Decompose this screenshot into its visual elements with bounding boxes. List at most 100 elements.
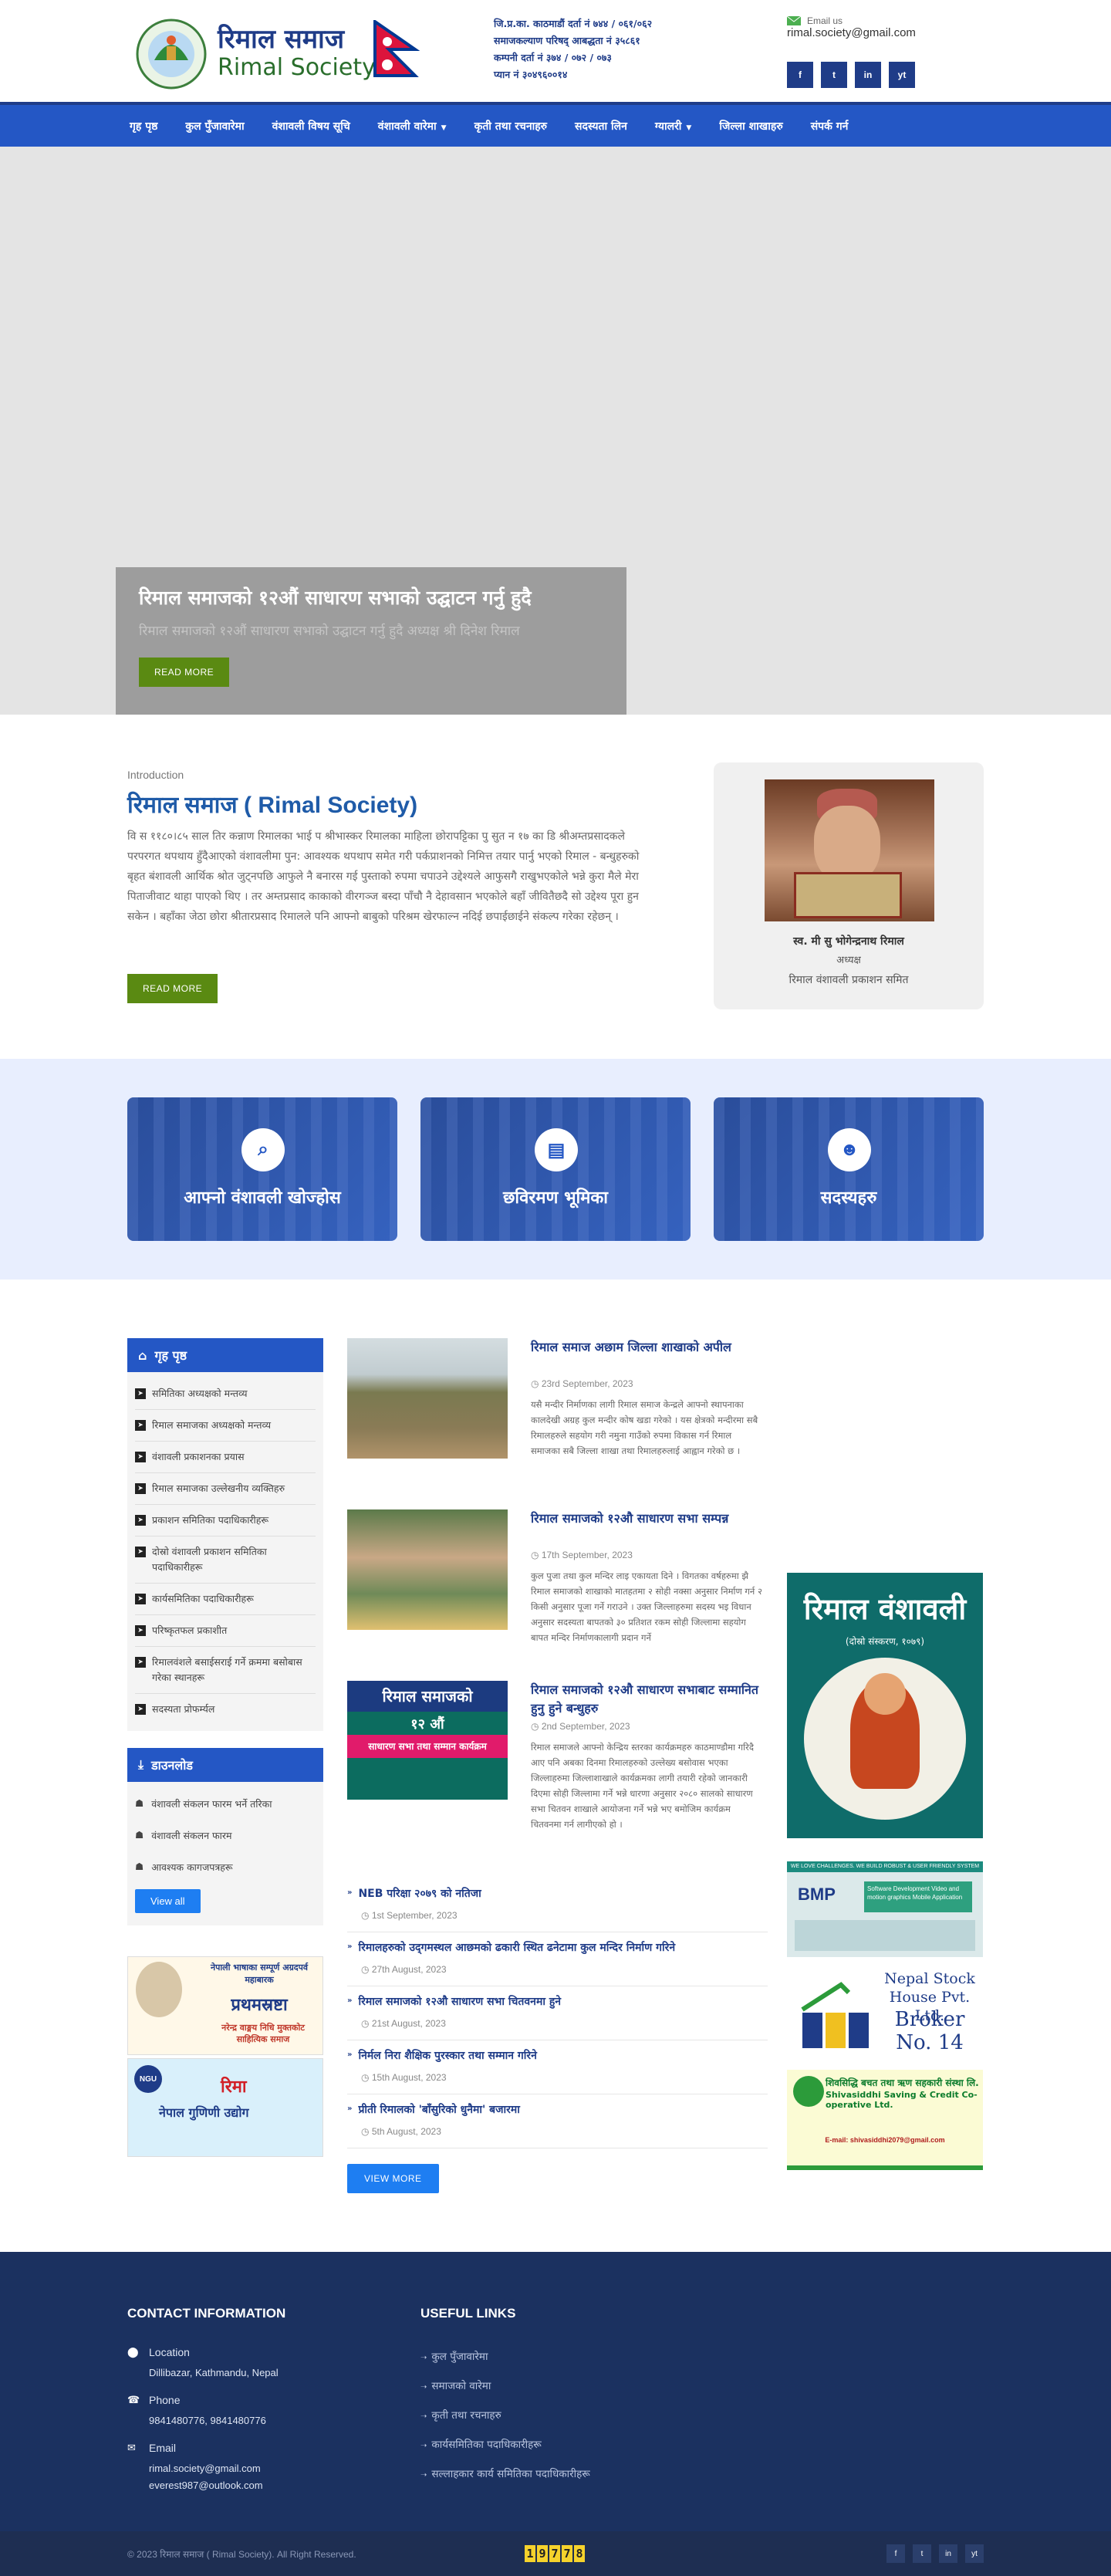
- youtube-icon[interactable]: yt: [889, 62, 915, 88]
- post-link[interactable]: » प्रीती रिमालको 'बाँसुरिको धुनैमा' बजारम…: [347, 2102, 768, 2117]
- ad-book-rimal-vamshavali[interactable]: रिमाल वंशावली (दोस्रो संस्करण, १०७९): [787, 1573, 983, 1838]
- hero-title: रिमाल समाजको १२औं साधारण सभाको उद्घाटन ग…: [139, 587, 532, 609]
- contact-email: ✉ Email rimal.society@gmail.com everest98…: [127, 2442, 263, 2491]
- arrow-right-icon: ➝: [420, 2383, 427, 2392]
- nav-item-home[interactable]: गृह पृष्ठ: [130, 119, 157, 134]
- footer-email-link[interactable]: rimal.society@gmail.com: [149, 2463, 261, 2474]
- post-excerpt: रिमाल समाजले आफ्नो केन्द्रिय स्तरका कार्…: [531, 1742, 754, 1830]
- post-title[interactable]: रिमाल समाज अछाम जिल्ला शाखाको अपील: [531, 1338, 762, 1357]
- sidebar-link[interactable]: ➤ रिमालवंशले बसाईसराई गर्ने क्रममा बसोबास…: [135, 1647, 316, 1694]
- footer-link[interactable]: ➝ कार्यसमितिका पदाधिकारीहरू: [420, 2437, 542, 2451]
- post-card: रिमाल समाजको १२ औं साधारण सभा तथा सम्मान…: [347, 1681, 768, 1874]
- twitter-icon[interactable]: t: [821, 62, 847, 88]
- logo-text-nepali: रिमाल समाज: [218, 24, 345, 55]
- ad-banner-gunini[interactable]: NGU रिमा नेपाल गुणिणी उद्योग: [127, 2058, 323, 2157]
- download-link[interactable]: ☗ वंशावली संकलन फारम: [135, 1820, 316, 1851]
- post-link[interactable]: » रिमालहरुको उद्‌गमस्थल आछमको ढकारी स्थित…: [347, 1940, 768, 1955]
- feature-label: सदस्यहरु: [820, 1188, 877, 1208]
- sidebar-link[interactable]: ➤ दोस्रो वंशावली प्रकाशन समितिका पदाधिकार…: [135, 1536, 316, 1584]
- ad-shivasiddhi-coop[interactable]: शिवसिद्धि बचत तथा ऋण सहकारी संस्था लि. S…: [787, 2070, 983, 2170]
- ad-banner-prathamsrashta[interactable]: नेपाली भाषाका सम्पूर्ण अग्रदपर्व महाबारक…: [127, 1956, 323, 2055]
- list-item: » रिमाल समाजको १२औ साधारण सभा चितवनमा हुन…: [347, 1986, 768, 2040]
- sidebar-link[interactable]: ➤ प्रकाशन समितिका पदाधिकारीहरू: [135, 1505, 316, 1536]
- youtube-icon[interactable]: yt: [965, 2544, 984, 2563]
- site-logo[interactable]: रिमाल समाज Rimal Society: [131, 14, 424, 91]
- nav-item-kul-puja[interactable]: कुल पुँजावारेमा: [185, 119, 244, 134]
- nav-item-vamshavali-about[interactable]: वंशावली वारेमा ▼: [378, 119, 447, 134]
- nav-item-works[interactable]: कृती तथा रचनाहरु: [474, 119, 547, 134]
- download-link[interactable]: ☗ वंशावली संकलन फारम भर्ने तरिका: [135, 1788, 316, 1820]
- sidebar-link[interactable]: ➤ कार्यसमितिका पदाधिकारीहरू: [135, 1584, 316, 1615]
- twitter-icon[interactable]: t: [913, 2544, 931, 2563]
- sidebar-link[interactable]: ➤ रिमाल समाजका अध्यक्षको मन्तव्य: [135, 1410, 316, 1442]
- footer-link[interactable]: ➝ समाजको वारेमा: [420, 2378, 491, 2392]
- feature-card-book[interactable]: ▤ छविरमण भूमिका: [420, 1097, 691, 1241]
- footer-email-link[interactable]: everest987@outlook.com: [149, 2480, 263, 2491]
- post-thumbnail[interactable]: [347, 1338, 508, 1459]
- intro-section: Introduction रिमाल समाज ( Rimal Society)…: [0, 715, 1111, 1059]
- double-arrow-icon: »: [347, 2050, 353, 2059]
- linkedin-icon[interactable]: in: [855, 62, 881, 88]
- post-link[interactable]: » निर्मल निरा शैक्षिक पुरस्कार तथा सम्मान…: [347, 2048, 768, 2063]
- content-section: ⌂ गृह पृष्ठ ➤ समितिका अध्यक्षको मन्तव्य ➤…: [0, 1280, 1111, 2252]
- footer-link[interactable]: ➝ कुल पुँजावारेमा: [420, 2349, 488, 2363]
- post-thumbnail[interactable]: रिमाल समाजको १२ औं साधारण सभा तथा सम्मान…: [347, 1681, 508, 1800]
- registration-info: जि.प्र.का. काठमाडौं दर्ता नं ७४४ / ०६१/०…: [494, 15, 652, 83]
- post-title[interactable]: रिमाल समाजको १२औ साधारण सभाबाट सम्मानित …: [531, 1681, 762, 1718]
- facebook-icon[interactable]: f: [787, 62, 813, 88]
- intro-title: रिमाल समाज ( Rimal Society): [127, 793, 418, 818]
- hero-read-more-button[interactable]: READ MORE: [139, 658, 230, 687]
- post-title[interactable]: रिमाल समाजको १२औ साधारण सभा सम्पन्न: [531, 1509, 762, 1528]
- sidebar-link[interactable]: ➤ रिमाल समाजका उल्लेखनीय व्यक्तिहरु: [135, 1473, 316, 1505]
- post-thumbnail[interactable]: [347, 1509, 508, 1630]
- home-icon: ⌂: [138, 1347, 147, 1363]
- nav-item-vamshavali-index[interactable]: वंशावली विषय सूचि: [272, 119, 350, 134]
- feature-label: छविरमण भूमिका: [503, 1188, 608, 1208]
- post-link[interactable]: » रिमाल समाजको १२औ साधारण सभा चितवनमा हुन…: [347, 1994, 768, 2009]
- post-link[interactable]: » NEB परिक्षा २०७९ को नतिजा: [347, 1886, 768, 1901]
- envelope-icon: ✉: [127, 2442, 136, 2453]
- coop-logo-icon: [793, 2076, 824, 2107]
- post-card: रिमाल समाजको १२औ साधारण सभा सम्पन्न ◷ 17…: [347, 1509, 768, 1681]
- arrow-right-icon: ➤: [135, 1625, 146, 1636]
- contact-phone: ☎ Phone 9841480776, 9841480776: [127, 2394, 266, 2426]
- post-date: ◷ 17th September, 2023: [531, 1550, 633, 1560]
- arrow-right-icon: ➤: [135, 1657, 146, 1668]
- sidebar-link[interactable]: ➤ सदस्यता प्रोफर्म्यल: [135, 1694, 316, 1725]
- features-section: ⌕ आफ्नो वंशावली खोज्होस ▤ छविरमण भूमिका …: [0, 1059, 1111, 1280]
- file-icon: ☗: [135, 1861, 144, 1872]
- sidebar-link[interactable]: ➤ परिष्कृतफल प्रकाशीत: [135, 1615, 316, 1647]
- header-email: Email us rimal.society@gmail.com: [787, 15, 916, 39]
- left-sidebar: ⌂ गृह पृष्ठ ➤ समितिका अध्यक्षको मन्तव्य ➤…: [127, 1338, 323, 2157]
- nav-item-gallery[interactable]: ग्यालरी ▼: [655, 119, 691, 134]
- view-more-button[interactable]: VIEW MORE: [347, 2164, 439, 2193]
- feature-card-search[interactable]: ⌕ आफ्नो वंशावली खोज्होस: [127, 1097, 397, 1241]
- ad-bmp-infology[interactable]: WE LOVE CHALLENGES. WE BUILD ROBUST & US…: [787, 1861, 983, 1957]
- home-widget-list: ➤ समितिका अध्यक्षको मन्तव्य ➤ रिमाल समाजका…: [127, 1372, 323, 1731]
- nav-item-contact[interactable]: संपर्क गर्न: [811, 119, 849, 134]
- linkedin-icon[interactable]: in: [939, 2544, 957, 2563]
- nav-item-branches[interactable]: जिल्ला शाखाहरु: [719, 119, 782, 134]
- email-link[interactable]: rimal.society@gmail.com: [787, 26, 916, 39]
- intro-read-more-button[interactable]: READ MORE: [127, 974, 218, 1003]
- footer-link[interactable]: ➝ कृती तथा रचनाहरु: [420, 2408, 501, 2422]
- footer-link[interactable]: ➝ सल्लाहकार कार्य समितिका पदाधिकारीहरू: [420, 2466, 590, 2480]
- sidebar-link[interactable]: ➤ समितिका अध्यक्षको मन्तव्य: [135, 1378, 316, 1410]
- file-icon: ☗: [135, 1829, 144, 1841]
- view-all-button[interactable]: View all: [135, 1889, 201, 1913]
- list-item: » रिमालहरुको उद्‌गमस्थल आछमको ढकारी स्थित…: [347, 1932, 768, 1986]
- double-arrow-icon: »: [347, 1888, 353, 1897]
- ad-nepal-stock-house[interactable]: Nepal Stock House Pvt. Ltd. Broker No. 1…: [787, 1966, 983, 2059]
- post-excerpt: यसै मन्दीर निर्माणका लागी रिमाल समाज केन…: [531, 1399, 758, 1456]
- download-link[interactable]: ☗ आवश्यक कागजपत्रहरू: [135, 1851, 316, 1883]
- phone-icon: ☎: [127, 2394, 140, 2405]
- president-name: स्व. मी सु भोगेन्द्रनाथ रिमाल: [793, 935, 904, 948]
- feature-card-members[interactable]: ☻ सदस्यहरु: [714, 1097, 984, 1241]
- sidebar-link[interactable]: ➤ वंशावली प्रकाशनका प्रयास: [135, 1442, 316, 1473]
- arrow-right-icon: ➤: [135, 1483, 146, 1494]
- arrow-right-icon: ➝: [420, 2442, 427, 2450]
- president-org: रिमाल वंशावली प्रकाशन समित: [789, 974, 909, 986]
- nav-item-membership[interactable]: सदस्यता लिन: [575, 119, 627, 134]
- arrow-right-icon: ➤: [135, 1704, 146, 1715]
- facebook-icon[interactable]: f: [886, 2544, 905, 2563]
